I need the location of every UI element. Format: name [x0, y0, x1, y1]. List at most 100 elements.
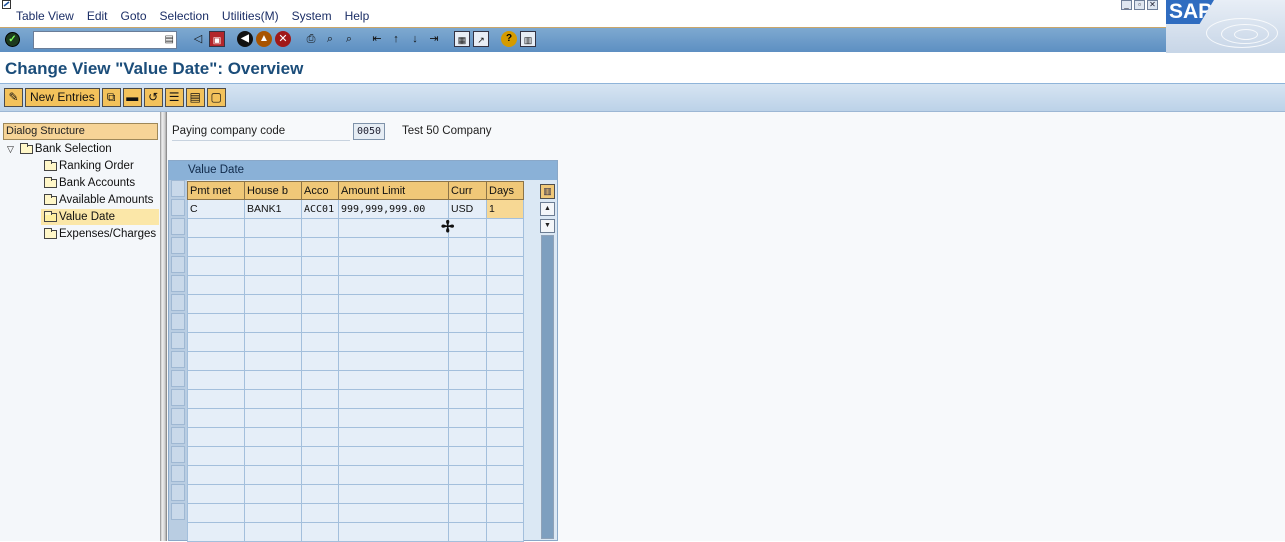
command-history-icon[interactable]: ▤ — [165, 34, 174, 46]
menu-goto[interactable]: Goto — [121, 9, 147, 23]
table-cell[interactable] — [244, 370, 302, 390]
table-cell[interactable] — [301, 313, 339, 333]
row-selector[interactable] — [171, 218, 185, 235]
row-selector[interactable] — [171, 199, 185, 216]
table-cell[interactable] — [486, 427, 524, 447]
first-page-icon[interactable]: ⇤ — [369, 31, 385, 47]
close-icon[interactable]: ✕ — [1147, 0, 1158, 10]
table-cell[interactable] — [244, 503, 302, 523]
column-header-pmt-met[interactable]: Pmt met — [187, 181, 245, 200]
table-cell[interactable] — [301, 294, 339, 314]
table-cell[interactable] — [486, 446, 524, 466]
table-cell[interactable] — [187, 332, 245, 352]
table-cell[interactable] — [187, 294, 245, 314]
table-row[interactable] — [187, 522, 524, 542]
table-row[interactable] — [187, 389, 524, 409]
table-cell[interactable] — [448, 427, 487, 447]
table-cell[interactable] — [187, 237, 245, 257]
table-cell[interactable] — [486, 237, 524, 257]
table-cell[interactable] — [338, 237, 449, 257]
table-cell[interactable] — [448, 408, 487, 428]
next-page-icon[interactable]: ↓ — [407, 31, 423, 47]
table-cell[interactable] — [301, 484, 339, 504]
pane-splitter[interactable] — [160, 112, 167, 541]
back-icon[interactable]: ◀ — [237, 31, 253, 47]
restore-icon[interactable]: ▫ — [1134, 0, 1145, 10]
table-row[interactable] — [187, 408, 524, 428]
table-cell[interactable] — [244, 237, 302, 257]
table-cell[interactable] — [486, 218, 524, 238]
table-cell[interactable] — [301, 332, 339, 352]
table-cell[interactable] — [448, 256, 487, 276]
row-selector[interactable] — [171, 427, 185, 444]
table-cell[interactable] — [187, 427, 245, 447]
table-cell[interactable] — [338, 389, 449, 409]
table-cell[interactable] — [486, 389, 524, 409]
row-selector[interactable] — [171, 275, 185, 292]
table-row[interactable] — [187, 294, 524, 314]
table-cell[interactable] — [486, 256, 524, 276]
table-cell[interactable] — [486, 408, 524, 428]
table-cell[interactable] — [486, 294, 524, 314]
table-cell[interactable] — [301, 503, 339, 523]
table-cell[interactable] — [187, 408, 245, 428]
table-cell[interactable]: C — [187, 199, 245, 219]
table-cell[interactable] — [301, 370, 339, 390]
table-cell[interactable] — [301, 237, 339, 257]
table-row[interactable]: C BANK1 ACC01 999,999,999.00 USD 1 — [187, 199, 524, 219]
shortcut-icon[interactable]: ↗ — [473, 31, 489, 47]
row-selector[interactable] — [171, 332, 185, 349]
table-cell[interactable] — [448, 275, 487, 295]
row-selector[interactable] — [171, 370, 185, 387]
table-cell[interactable] — [244, 218, 302, 238]
cancel-icon[interactable]: ✕ — [275, 31, 291, 47]
table-row[interactable] — [187, 332, 524, 352]
find-icon[interactable]: ⌕ — [322, 31, 338, 47]
table-cell[interactable] — [244, 275, 302, 295]
deselect-all-icon[interactable]: ▢ — [206, 88, 226, 107]
row-selector[interactable] — [171, 465, 185, 482]
table-cell[interactable] — [338, 275, 449, 295]
scroll-track[interactable] — [541, 235, 554, 539]
table-cell[interactable] — [187, 351, 245, 371]
table-cell[interactable] — [338, 465, 449, 485]
table-cell[interactable] — [338, 256, 449, 276]
table-cell[interactable] — [187, 275, 245, 295]
table-cell[interactable]: ACC01 — [301, 199, 339, 219]
table-cell[interactable] — [486, 275, 524, 295]
command-field[interactable]: ▤ — [33, 31, 177, 49]
row-selector[interactable] — [171, 446, 185, 463]
table-row[interactable] — [187, 446, 524, 466]
tree-item-bank-accounts[interactable]: Bank Accounts — [44, 175, 135, 191]
row-selector[interactable] — [171, 180, 185, 197]
undo-change-icon[interactable]: ↺ — [143, 88, 163, 107]
table-cell[interactable] — [448, 503, 487, 523]
table-cell[interactable] — [448, 446, 487, 466]
vertical-scrollbar[interactable]: ▲ ▼ — [540, 202, 555, 542]
table-row[interactable] — [187, 237, 524, 257]
table-cell[interactable] — [301, 351, 339, 371]
table-cell[interactable] — [448, 522, 487, 542]
table-cell[interactable] — [448, 237, 487, 257]
menu-system[interactable]: System — [292, 9, 332, 23]
minimize-icon[interactable]: _ — [1121, 0, 1132, 10]
table-cell[interactable] — [301, 522, 339, 542]
column-header-account[interactable]: Acco — [301, 181, 339, 200]
expand-triangle-icon[interactable]: ▽ — [7, 141, 14, 157]
table-settings-icon[interactable]: ▥ — [540, 184, 555, 199]
table-row[interactable] — [187, 351, 524, 371]
new-entries-button[interactable]: New Entries — [25, 88, 100, 107]
row-selector[interactable] — [171, 484, 185, 501]
table-cell[interactable] — [187, 446, 245, 466]
table-cell[interactable] — [486, 332, 524, 352]
select-all-icon[interactable]: ☰ — [164, 88, 184, 107]
table-cell[interactable] — [244, 427, 302, 447]
find-next-icon[interactable]: ⌕ — [341, 31, 357, 47]
row-selector[interactable] — [171, 237, 185, 254]
table-cell[interactable] — [301, 408, 339, 428]
table-cell[interactable] — [301, 427, 339, 447]
table-row[interactable] — [187, 256, 524, 276]
table-cell[interactable] — [486, 370, 524, 390]
table-cell[interactable] — [486, 351, 524, 371]
column-header-house-bank[interactable]: House b — [244, 181, 302, 200]
